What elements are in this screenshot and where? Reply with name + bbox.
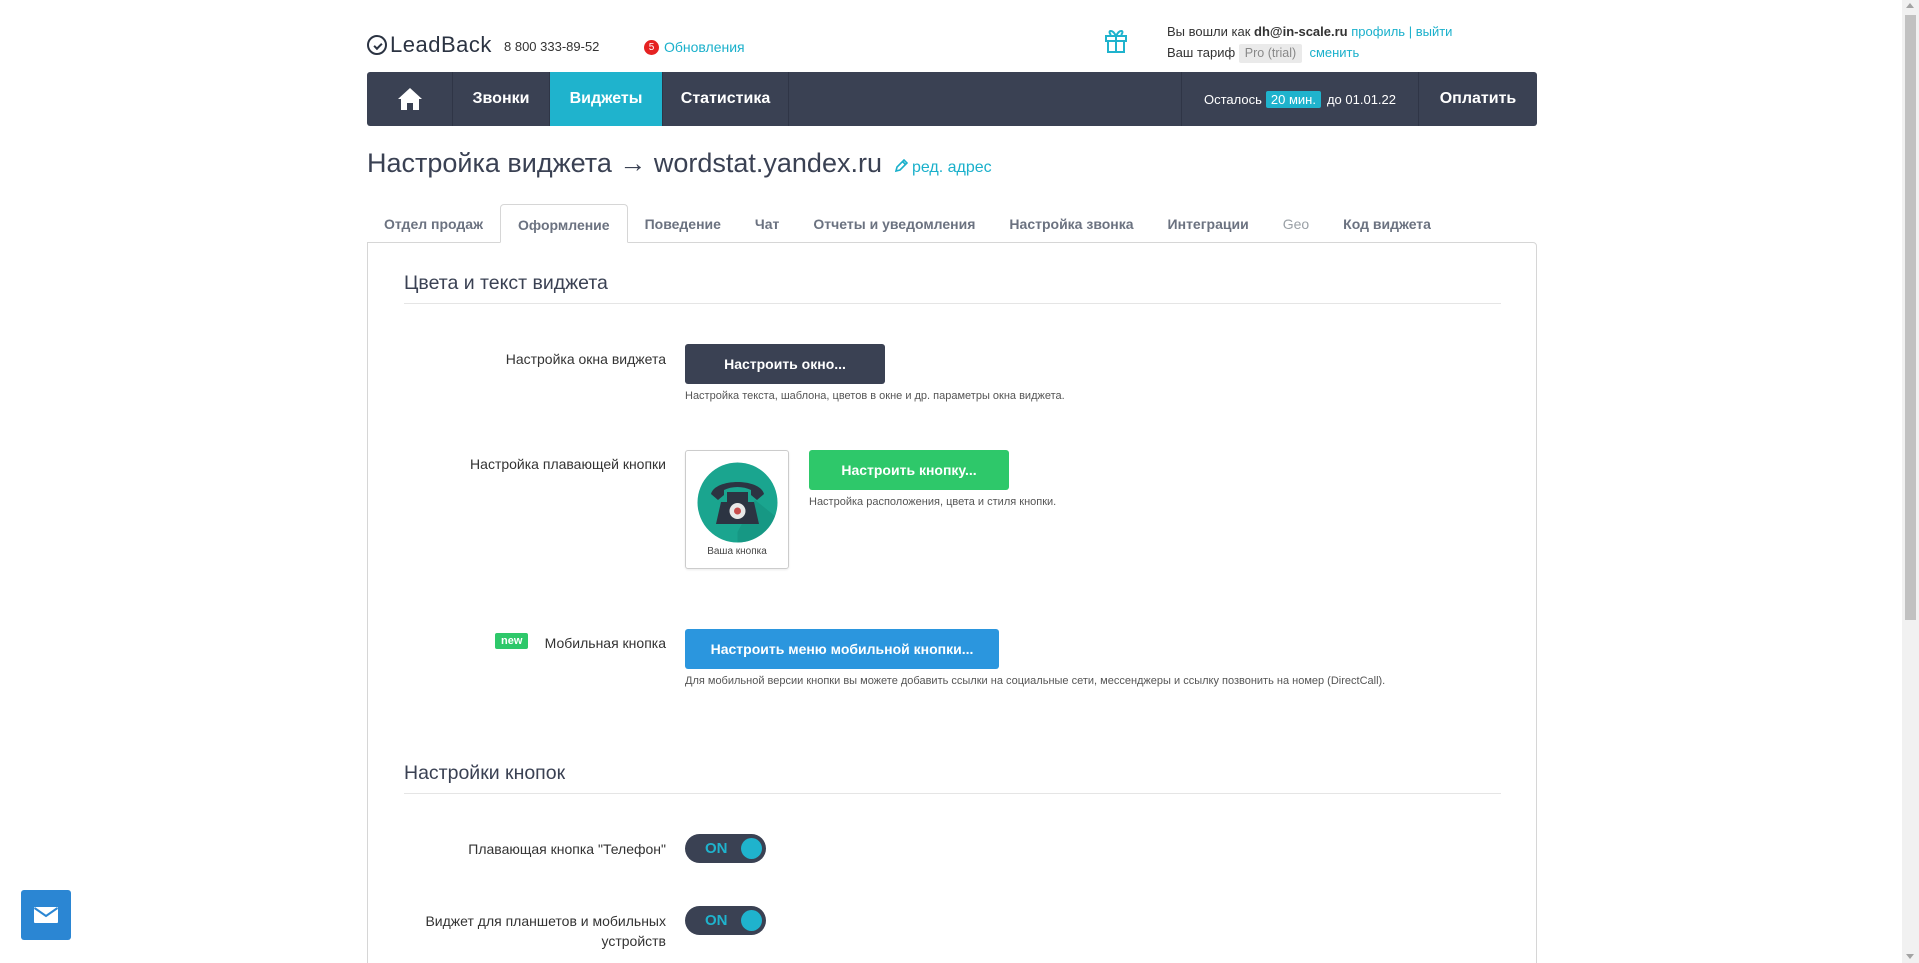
telephone-icon xyxy=(697,462,778,543)
page-title: Настройка виджета → wordstat.yandex.ru р… xyxy=(367,148,992,179)
envelope-icon xyxy=(33,907,59,923)
tab-behavior[interactable]: Поведение xyxy=(628,204,738,243)
scroll-up-arrow-icon[interactable] xyxy=(1906,3,1914,8)
top-header: LeadBack 8 800 333-89-52 5 Обновления Вы… xyxy=(367,0,1537,72)
tariff-prefix: Ваш тариф xyxy=(1167,45,1236,60)
support-phone: 8 800 333-89-52 xyxy=(504,39,600,54)
float-button-label: Настройка плавающей кнопки xyxy=(470,456,666,472)
main-nav: Звонки Виджеты Статистика Осталось 20 ми… xyxy=(367,72,1537,126)
mobile-button-label: Мобильная кнопка xyxy=(544,635,666,651)
toggle-knob xyxy=(741,910,762,931)
link-separator: | xyxy=(1408,24,1413,39)
tab-design[interactable]: Оформление xyxy=(500,204,628,243)
tab-panel: Цвета и текст виджета Настройка окна вид… xyxy=(367,242,1537,963)
scroll-thumb[interactable] xyxy=(1905,15,1916,620)
pay-button[interactable]: Оплатить xyxy=(1419,72,1537,126)
phone-float-label: Плавающая кнопка "Телефон" xyxy=(468,841,666,857)
page-scrollbar[interactable] xyxy=(1902,0,1919,963)
change-tariff-link[interactable]: сменить xyxy=(1309,45,1359,60)
logo-mark-icon xyxy=(367,35,387,55)
tab-geo[interactable]: Geo xyxy=(1266,204,1326,243)
configure-button-button[interactable]: Настроить кнопку... xyxy=(809,450,1009,490)
page-title-text: Настройка виджета → wordstat.yandex.ru xyxy=(367,148,882,178)
trial-remaining: Осталось 20 мин. до 01.01.22 xyxy=(1181,72,1419,126)
profile-link[interactable]: профиль xyxy=(1351,24,1405,39)
gift-icon[interactable] xyxy=(1104,26,1128,54)
page-container: LeadBack 8 800 333-89-52 5 Обновления Вы… xyxy=(367,0,1537,963)
float-button-preview[interactable]: Ваша кнопка xyxy=(685,450,789,569)
new-badge: new xyxy=(495,633,529,649)
remain-value-badge: 20 мин. xyxy=(1265,90,1321,108)
updates-count-badge: 5 xyxy=(644,39,659,55)
nav-home[interactable] xyxy=(367,72,453,126)
tab-chat[interactable]: Чат xyxy=(738,204,796,243)
toggle-knob xyxy=(741,838,762,859)
toggle-state-label: ON xyxy=(705,912,728,929)
configure-mobile-menu-button[interactable]: Настроить меню мобильной кнопки... xyxy=(685,629,999,669)
user-email: dh@in-scale.ru xyxy=(1254,24,1348,39)
tablet-label-line1: Виджет для планшетов и мобильных xyxy=(425,913,666,929)
configure-window-button[interactable]: Настроить окно... xyxy=(685,344,885,384)
toggle-state-label: ON xyxy=(705,840,728,857)
tab-sales-department[interactable]: Отдел продаж xyxy=(367,204,500,243)
user-info: Вы вошли как dh@in-scale.ru профиль | вы… xyxy=(1167,21,1452,63)
tariff-badge: Pro (trial) xyxy=(1238,44,1303,63)
logo[interactable]: LeadBack xyxy=(367,32,492,58)
logged-in-prefix: Вы вошли как xyxy=(1167,24,1251,39)
remain-prefix: Осталось xyxy=(1203,91,1262,107)
edit-address-link[interactable]: ред. адрес xyxy=(894,158,992,176)
section-buttons-title: Настройки кнопок xyxy=(404,762,566,784)
nav-calls[interactable]: Звонки xyxy=(453,72,550,126)
tab-reports[interactable]: Отчеты и уведомления xyxy=(796,204,992,243)
updates-label: Обновления xyxy=(664,39,745,55)
remain-date: 01.01.22 xyxy=(1345,91,1396,107)
logo-text: LeadBack xyxy=(390,32,492,57)
tab-call-settings[interactable]: Настройка звонка xyxy=(992,204,1150,243)
float-button-hint: Настройка расположения, цвета и стиля кн… xyxy=(809,496,1057,508)
section-colors-title: Цвета и текст виджета xyxy=(404,272,608,294)
window-settings-hint: Настройка текста, шаблона, цветов в окне… xyxy=(685,390,1065,402)
tablet-label-line2: устройств xyxy=(601,933,667,949)
feedback-button[interactable] xyxy=(21,890,71,940)
float-preview-caption: Ваша кнопка xyxy=(707,546,767,557)
updates-link[interactable]: 5 Обновления xyxy=(644,39,745,55)
window-settings-label: Настройка окна виджета xyxy=(505,351,666,367)
tab-integrations[interactable]: Интеграции xyxy=(1151,204,1266,243)
nav-widgets[interactable]: Виджеты xyxy=(550,72,663,126)
logout-link[interactable]: выйти xyxy=(1416,24,1453,39)
edit-address-label: ред. адрес xyxy=(911,159,992,176)
tablet-widget-toggle[interactable]: ON xyxy=(685,906,766,935)
tab-widget-code[interactable]: Код виджета xyxy=(1326,204,1448,243)
nav-stats[interactable]: Статистика xyxy=(663,72,789,126)
widget-tabs: Отдел продаж Оформление Поведение Чат От… xyxy=(367,204,1448,243)
pencil-icon xyxy=(894,158,908,173)
scroll-down-arrow-icon[interactable] xyxy=(1906,954,1914,959)
phone-float-toggle[interactable]: ON xyxy=(685,834,766,863)
remain-until: до xyxy=(1326,91,1342,107)
section-divider xyxy=(404,793,1501,794)
tablet-widget-label: Виджет для планшетов и мобильных устройс… xyxy=(425,911,666,951)
section-divider xyxy=(404,303,1501,304)
home-icon xyxy=(397,88,422,110)
mobile-button-hint: Для мобильной версии кнопки вы можете до… xyxy=(685,675,1386,687)
